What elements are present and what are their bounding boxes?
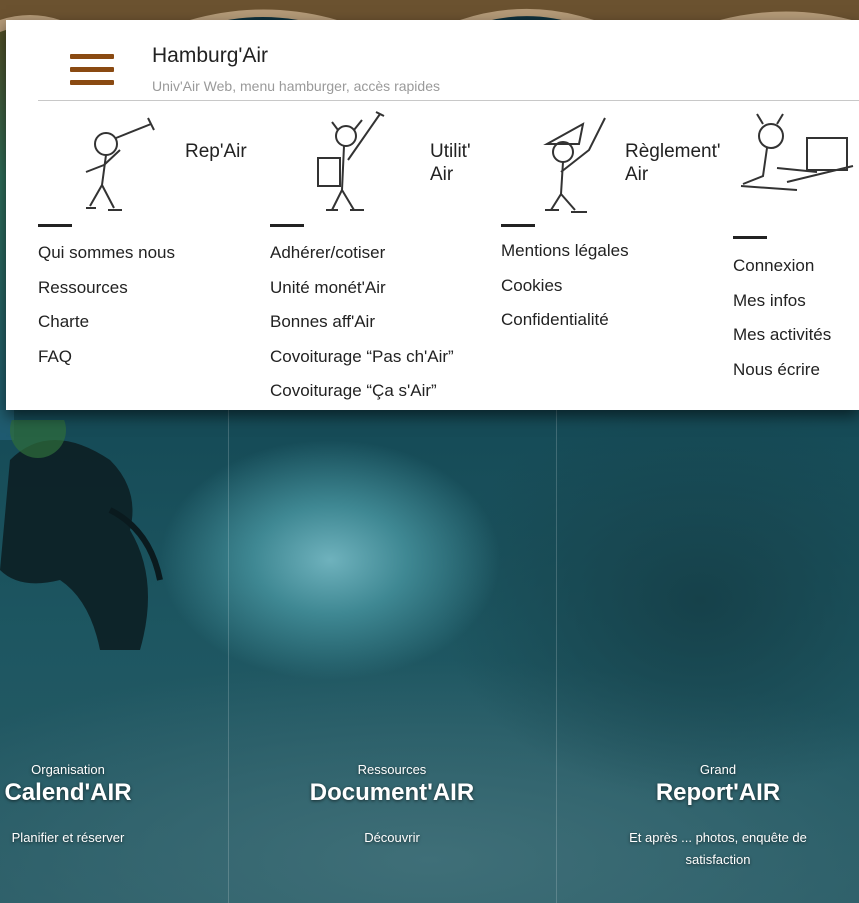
menu-category-utilitair[interactable]: Utilit' Air [270,110,495,240]
feature-link[interactable]: Et après ... photos, enquête de satisfac… [590,827,846,871]
menu-category-reglementair[interactable]: Règlement' Air [501,110,726,240]
mole-computer-icon [740,113,854,191]
feature-title[interactable]: Document'AIR [262,779,522,807]
scuba-diver-image [0,420,163,650]
menu-link[interactable]: FAQ [38,346,175,381]
feature-calendair: Organisation Calend'AIR Planifier et rés… [0,762,196,849]
menu-category-account[interactable] [733,110,859,240]
feature-title[interactable]: Calend'AIR [0,779,196,807]
links-reglementair: Mentions légales Cookies Confidentialité [501,240,629,344]
menu-link[interactable]: Connexion [733,255,831,290]
menu-link[interactable]: Mes activités [733,324,831,359]
divider [38,100,859,101]
category-name: Utilit' Air [430,141,471,185]
menu-link[interactable]: Mes infos [733,290,831,325]
menu-link[interactable]: Unité monét'Air [270,277,454,312]
hamburger-menu-panel: Hamburg'Air Univ'Air Web, menu hamburger… [6,20,859,410]
feature-link[interactable]: Découvrir [262,827,522,849]
feature-documentair: Ressources Document'AIR Découvrir [262,762,522,849]
mole-backpack-icon [317,111,385,211]
feature-title[interactable]: Report'AIR [590,779,846,807]
category-underline [733,236,767,239]
category-underline [38,224,72,227]
feature-kicker: Organisation [31,762,105,777]
menu-link[interactable]: Mentions légales [501,240,629,275]
links-repair: Qui sommes nous Ressources Charte FAQ [38,242,175,380]
category-name: Rep'Air [185,141,247,162]
column-divider [228,410,229,903]
category-name: Règlement' Air [625,141,721,185]
menu-category-repair[interactable]: Rep'Air [38,110,263,240]
feature-link[interactable]: Planifier et réserver [0,827,196,849]
menu-title: Hamburg'Air [152,44,269,67]
menu-link[interactable]: Bonnes aff'Air [270,311,454,346]
feature-kicker: Grand [699,762,737,777]
links-account: Connexion Mes infos Mes activités Nous é… [733,255,831,393]
menu-link[interactable]: Qui sommes nous [38,242,175,277]
links-utilitair: Adhérer/cotiser Unité monét'Air Bonnes a… [270,242,454,415]
mole-hat-icon [543,117,606,213]
menu-link[interactable]: Covoiturage “Ça s'Air” [270,380,454,415]
feature-reportair: Grand Report'AIR Et après ... photos, en… [590,762,846,871]
menu-link[interactable]: Ressources [38,277,175,312]
menu-link[interactable]: Nous écrire [733,359,831,394]
category-underline [270,224,304,227]
menu-link[interactable]: Covoiturage “Pas ch'Air” [270,346,454,381]
mole-telescope-icon [85,117,155,211]
menu-link[interactable]: Adhérer/cotiser [270,242,454,277]
feature-kicker: Ressources [357,762,427,777]
column-divider [556,410,557,903]
menu-subtitle: Univ'Air Web, menu hamburger, accès rapi… [152,78,440,94]
category-underline [501,224,535,227]
menu-link[interactable]: Confidentialité [501,309,629,344]
menu-link[interactable]: Cookies [501,275,629,310]
hamburger-menu-icon[interactable] [70,54,114,86]
menu-link[interactable]: Charte [38,311,175,346]
